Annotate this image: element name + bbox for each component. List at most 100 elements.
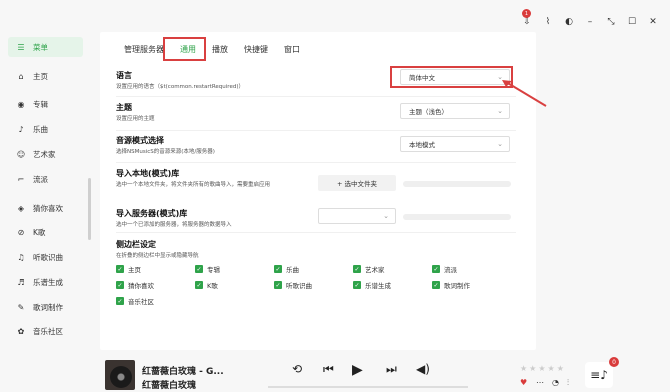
check-icon: ✓ — [116, 281, 124, 289]
checkbox-community[interactable]: ✓ 音乐社区 — [116, 296, 154, 306]
checkbox-label: 猜你喜欢 — [128, 282, 154, 290]
karaoke-icon: ⊘ — [17, 227, 25, 237]
sidebar-item-menu[interactable]: ☰ 菜单 — [8, 37, 83, 57]
select-value: 本地模式 — [409, 141, 435, 149]
source-mode-select[interactable]: 本地模式 ⌄ — [400, 136, 510, 152]
sidebar-item-label: 主页 — [33, 71, 48, 81]
theme-select[interactable]: 主题（浅色） ⌄ — [400, 103, 510, 119]
seek-bar[interactable] — [268, 386, 468, 388]
song-subtitle: 红蔷薇白玫瑰 — [142, 381, 197, 391]
sidebar: ☰ 菜单 ⌂ 主页 ◉ 专辑 ♪ 乐曲 ☺ 艺术家 ⌐ 流派 ◈ 猜你喜欢 ⊘ K歌 ♫ 听歌识曲… — [0, 0, 88, 360]
equalizer-icon[interactable]: ⫶ — [567, 378, 569, 388]
broom-icon[interactable]: ⌇ — [543, 17, 553, 27]
genre-icon: ⌐ — [17, 174, 25, 184]
checkbox-genre[interactable]: ✓ 流派 — [432, 264, 457, 274]
divider — [116, 130, 516, 131]
notification-badge: 1 — [522, 9, 531, 18]
sidebar-item-community[interactable]: ✿ 音乐社区 — [8, 321, 83, 341]
sidebar-item-label: 菜单 — [33, 42, 48, 52]
sidebar-item-label: 歌词制作 — [33, 302, 63, 312]
sidebar-item-home[interactable]: ⌂ 主页 — [8, 66, 83, 86]
tab-shortcuts[interactable]: 快捷键 — [236, 42, 276, 58]
checkbox-karaoke[interactable]: ✓ K歌 — [195, 280, 218, 290]
tab-playback[interactable]: 播放 — [204, 42, 236, 58]
sidebar-item-label: 流派 — [33, 174, 48, 184]
check-icon: ✓ — [274, 265, 282, 273]
setting-desc: 在折叠的侧边栏中显示或隐藏导航 — [116, 253, 199, 259]
check-icon: ✓ — [195, 281, 203, 289]
volume-icon[interactable]: ◀) — [416, 362, 430, 376]
sidebar-item-artist[interactable]: ☺ 艺术家 — [8, 144, 83, 164]
song-title[interactable]: 红蔷薇白玫瑰 - G... — [142, 364, 224, 377]
close-icon[interactable]: ✕ — [648, 17, 658, 27]
setting-title: 侧边栏设定 — [116, 240, 156, 249]
setting-title: 导入服务器(模式)库 — [116, 209, 188, 218]
annotation-arrow — [502, 80, 547, 107]
home-icon: ⌂ — [18, 71, 24, 81]
restore-icon[interactable]: ⤡ — [606, 17, 616, 27]
artist-icon: ☺ — [16, 149, 26, 159]
sidebar-item-label: 听歌识曲 — [33, 252, 63, 262]
sidebar-item-label: 乐曲 — [33, 124, 48, 134]
tab-window[interactable]: 窗口 — [276, 42, 308, 58]
download-icon[interactable]: ⇩ 1 — [522, 9, 532, 27]
settings-tabs: 管理服务器 通用 播放 快捷键 窗口 — [116, 42, 308, 61]
play-icon[interactable]: ▶ — [352, 362, 363, 378]
disc-icon: ◉ — [17, 99, 25, 109]
checkbox-label: 艺术家 — [365, 266, 385, 274]
checkbox-artist[interactable]: ✓ 艺术家 — [353, 264, 385, 274]
contrast-icon[interactable]: ◐ — [564, 17, 574, 27]
server-select[interactable]: ⌄ — [318, 208, 396, 224]
sidebar-item-album[interactable]: ◉ 专辑 — [8, 94, 83, 114]
sidebar-item-lyrics[interactable]: ✎ 歌词制作 — [8, 297, 83, 317]
setting-sidebar: 侧边栏设定 在折叠的侧边栏中显示或隐藏导航 — [116, 239, 526, 260]
album-cover[interactable] — [105, 360, 135, 390]
speed-icon[interactable]: ◔ — [552, 378, 559, 387]
sidebar-item-genre[interactable]: ⌐ 流派 — [8, 169, 83, 189]
checkbox-label: 专辑 — [207, 266, 220, 274]
rating-stars[interactable]: ★★★★★ — [520, 364, 566, 373]
next-icon[interactable]: ⏭ — [386, 362, 397, 377]
repeat-icon[interactable]: ⟲ — [292, 362, 302, 376]
heart-icon[interactable]: ♥ — [520, 378, 527, 387]
server-import-progress-bar — [403, 214, 511, 220]
checkbox-home[interactable]: ✓ 主页 — [116, 264, 141, 274]
sidebar-item-recognize[interactable]: ♫ 听歌识曲 — [8, 247, 83, 267]
checkbox-recommend[interactable]: ✓ 猜你喜欢 — [116, 280, 154, 290]
sidebar-item-karaoke[interactable]: ⊘ K歌 — [8, 222, 83, 242]
sidebar-item-label: 乐谱生成 — [33, 277, 63, 287]
maximize-icon[interactable]: ☐ — [627, 17, 637, 27]
setting-local-library: 导入本地(模式)库 选中一个本地文件夹，将文件夹所有的歌曲导入，需要重启应用 — [116, 168, 316, 189]
sidebar-item-recommend[interactable]: ◈ 猜你喜欢 — [8, 198, 83, 218]
checkbox-recognize[interactable]: ✓ 听歌识曲 — [274, 280, 312, 290]
recommend-icon: ◈ — [17, 203, 25, 213]
setting-desc: 选中一个已添加的服务器，将服务器的数据导入 — [116, 222, 232, 228]
checkbox-label: 音乐社区 — [128, 298, 154, 306]
sidebar-item-label: 专辑 — [33, 99, 48, 109]
previous-icon[interactable]: ⏮ — [323, 362, 334, 377]
menu-icon: ☰ — [17, 42, 25, 52]
minimize-icon[interactable]: – — [585, 17, 595, 27]
checkbox-label: 流派 — [444, 266, 457, 274]
annotation-box-tab — [163, 37, 206, 61]
check-icon: ✓ — [353, 265, 361, 273]
checkbox-score[interactable]: ✓ 乐谱生成 — [353, 280, 391, 290]
divider — [116, 96, 516, 97]
setting-title: 导入本地(模式)库 — [116, 169, 180, 178]
checkbox-label: 乐曲 — [286, 266, 299, 274]
queue-badge: 0 — [609, 357, 619, 367]
checkbox-lyrics[interactable]: ✓ 歌词制作 — [432, 280, 470, 290]
sidebar-item-songs[interactable]: ♪ 乐曲 — [8, 119, 83, 139]
more-icon[interactable]: ⋯ — [536, 378, 544, 387]
setting-server-library: 导入服务器(模式)库 选中一个已添加的服务器，将服务器的数据导入 — [116, 208, 316, 229]
playlist-queue-button[interactable]: ≡♪ — [585, 362, 613, 388]
sidebar-scrollbar[interactable] — [88, 178, 91, 240]
checkbox-songs[interactable]: ✓ 乐曲 — [274, 264, 299, 274]
check-icon: ✓ — [432, 265, 440, 273]
score-icon: ♬ — [17, 277, 25, 287]
sidebar-item-score[interactable]: ♬ 乐谱生成 — [8, 272, 83, 292]
select-folder-button[interactable]: + 选中文件夹 — [318, 175, 396, 191]
setting-desc: 选中一个本地文件夹，将文件夹所有的歌曲导入，需要重启应用 — [116, 182, 271, 188]
checkbox-album[interactable]: ✓ 专辑 — [195, 264, 220, 274]
checkbox-label: 乐谱生成 — [365, 282, 391, 290]
